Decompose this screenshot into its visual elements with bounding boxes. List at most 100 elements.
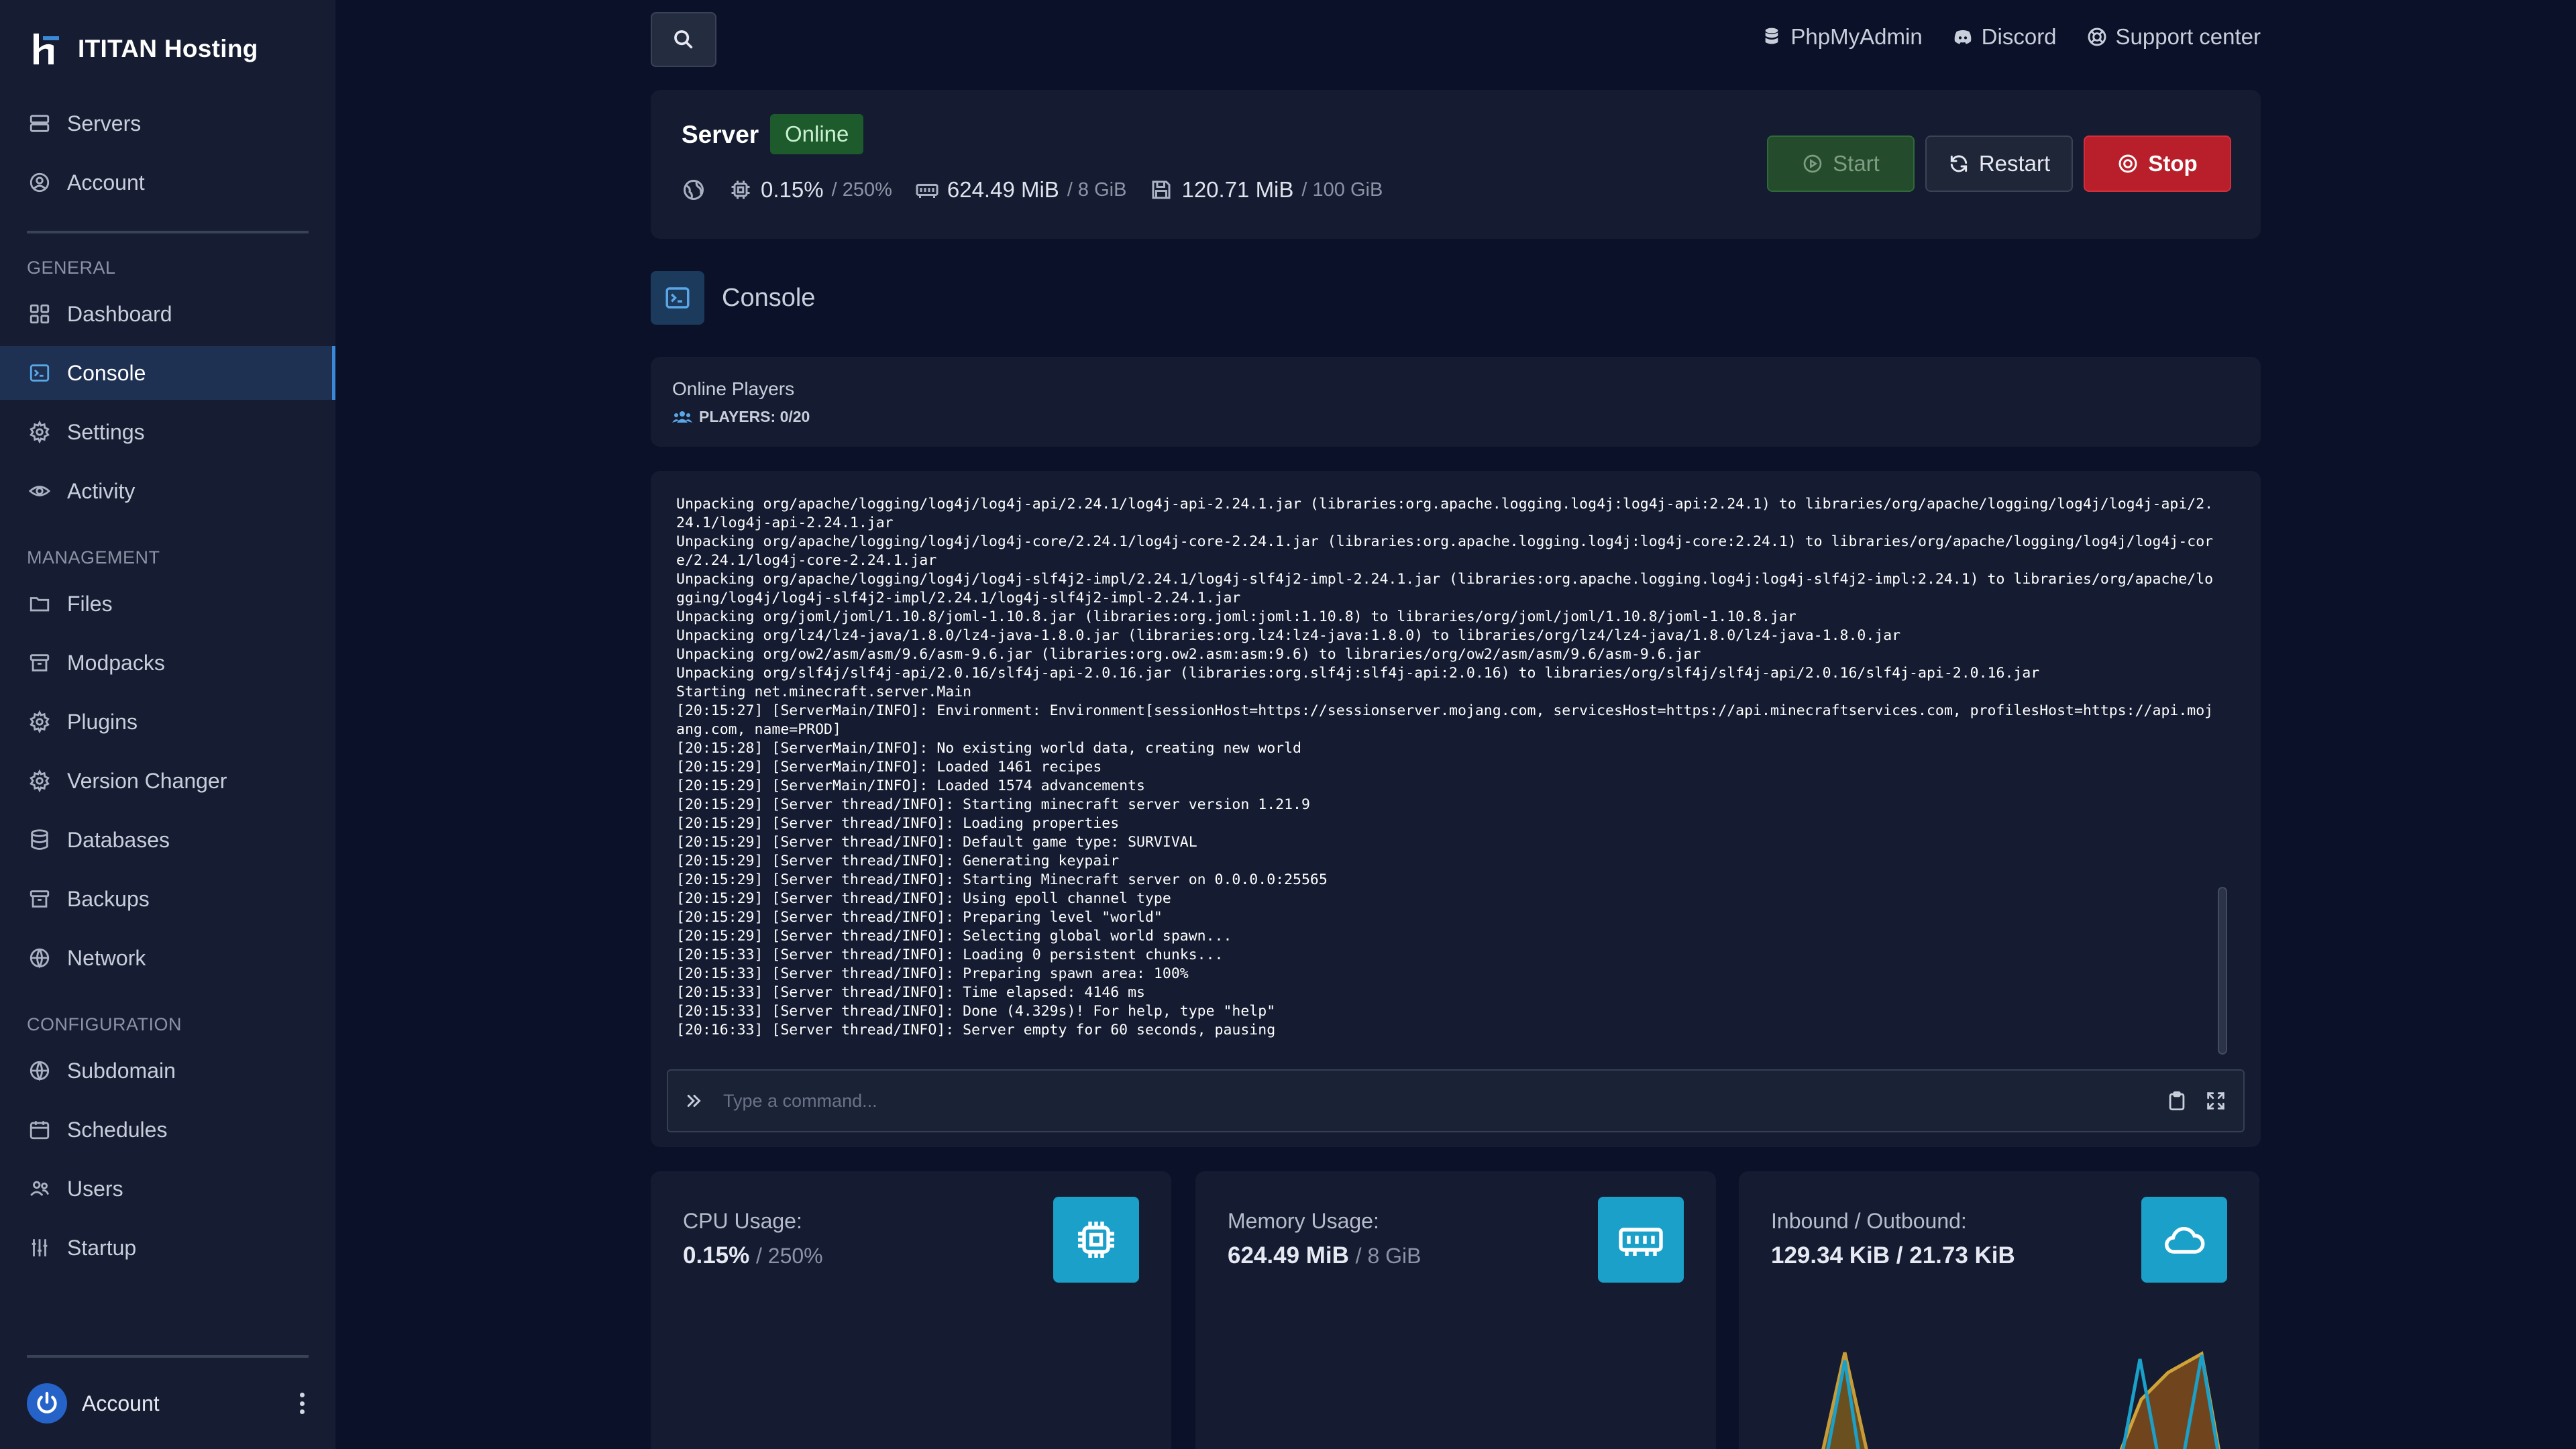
cpu-limit: / 250% [831,178,892,201]
users-icon [30,1181,50,1196]
search-icon [674,30,693,49]
lifebuoy-icon [2088,28,2106,46]
cpu-usage-value: 0.15% / 250% [683,1242,823,1269]
cpu-icon [731,180,750,199]
online-players-card: Online Players PLAYERS: 0/20 [651,357,2261,447]
sidebar-item-label: Servers [67,111,142,136]
console-output[interactable]: Unpacking org/apache/logging/log4j/log4j… [676,495,2219,1072]
cpu-value: 0.15% [761,177,824,202]
sidebar-item-servers[interactable]: Servers [0,97,335,150]
globe-icon [30,1061,50,1081]
online-players-title: Online Players [672,378,795,399]
status-badge: Online [770,114,864,154]
sidebar-item-label: Files [67,591,113,616]
command-bar [667,1069,2245,1132]
more-options-icon[interactable] [295,1390,309,1417]
folder-icon [30,597,50,612]
start-button[interactable]: Start [1767,136,1915,192]
sidebar-item-label: Activity [67,478,136,503]
chevrons-right-icon [687,1095,701,1107]
discord-link[interactable]: Discord [1952,24,2057,50]
sidebar-item-schedules[interactable]: Schedules [0,1103,335,1157]
stop-button[interactable]: Stop [2084,136,2231,192]
console-scrollbar[interactable] [2218,887,2227,1055]
calendar-icon [30,1121,50,1140]
sidebar-item-label: Backups [67,886,150,911]
memory-icon [916,184,938,198]
sidebar-item-account[interactable]: Account [0,156,335,209]
memory-usage-label: Memory Usage: [1228,1209,1379,1233]
sidebar-item-label: Network [67,945,146,970]
restart-label: Restart [1978,151,2051,176]
console-line: Unpacking org/apache/logging/log4j/log4j… [676,533,2214,569]
console-line: Unpacking org/lz4/lz4-java/1.8.0/lz4-jav… [676,627,1901,644]
user-circle-icon [30,172,50,193]
section-label-general: GENERAL [27,258,116,278]
sidebar-item-dashboard[interactable]: Dashboard [0,287,335,341]
server-icon [30,115,50,132]
restart-button[interactable]: Restart [1925,136,2073,192]
cpu-usage-card: CPU Usage: 0.15% / 250% [651,1171,1171,1449]
players-count-label: PLAYERS: 0/20 [699,408,810,425]
command-input[interactable] [723,1090,2149,1112]
network-traffic-chart [1821,1351,2220,1449]
cpu-icon [1078,1222,1114,1258]
sidebar-item-backups[interactable]: Backups [0,872,335,926]
sidebar-item-label: Console [67,360,146,385]
clipboard-icon[interactable] [2165,1089,2188,1112]
console-line: [20:15:28] [ServerMain/INFO]: No existin… [676,740,1301,757]
sidebar-item-label: Subdomain [67,1058,176,1083]
archive-icon [30,654,50,672]
brand[interactable]: ITITAN Hosting [30,30,258,68]
disk-value: 120.71 MiB [1181,177,1294,202]
sidebar-item-activity[interactable]: Activity [0,464,335,518]
sidebar-item-label: Startup [67,1235,137,1260]
console-line: [20:15:33] [Server thread/INFO]: Prepari… [676,965,1189,982]
sidebar-item-version-changer[interactable]: Version Changer [0,754,335,808]
terminal-icon [30,364,50,382]
sidebar-item-databases[interactable]: Databases [0,813,335,867]
sidebar-item-label: Databases [67,827,170,852]
sidebar-item-subdomain[interactable]: Subdomain [0,1044,335,1097]
search-button[interactable] [651,12,716,67]
memory-usage-value: 624.49 MiB / 8 GiB [1228,1242,1421,1269]
sidebar-item-settings[interactable]: Settings [0,405,335,459]
sidebar-item-files[interactable]: Files [0,577,335,631]
console-line: [20:15:29] [Server thread/INFO]: Loading… [676,815,1120,832]
console-line: [20:15:27] [ServerMain/INFO]: Environmen… [676,702,2214,738]
phpmyadmin-link[interactable]: PhpMyAdmin [1761,24,1923,50]
network-usage-card: Inbound / Outbound: 129.34 KiB / 21.73 K… [1739,1171,2259,1449]
expand-icon[interactable] [2204,1089,2227,1112]
sidebar-item-modpacks[interactable]: Modpacks [0,636,335,690]
memory-icon [1619,1228,1663,1256]
avatar[interactable] [27,1383,67,1424]
terminal-icon-box [651,271,704,325]
sliders-icon [32,1239,48,1256]
section-label-management: MANAGEMENT [27,547,160,568]
memory-icon-tile [1598,1197,1684,1283]
memory-usage-limit: / 8 GiB [1355,1244,1421,1268]
sidebar-item-label: Settings [67,419,145,444]
top-links: PhpMyAdmin Discord Support center [1761,24,2261,50]
sidebar-item-console[interactable]: Console [0,346,335,400]
sidebar-item-network[interactable]: Network [0,931,335,985]
gear-icon [30,769,50,792]
sidebar-item-plugins[interactable]: Plugins [0,695,335,749]
account-menu[interactable]: Account [27,1382,309,1425]
cpu-stat: 0.15% / 250% [729,177,892,203]
memory-value: 624.49 MiB [947,177,1059,202]
sidebar-item-label: Account [67,170,145,195]
support-center-link[interactable]: Support center [2086,24,2261,50]
stop-circle-icon [2118,154,2137,173]
discord-label: Discord [1981,24,2057,49]
memory-usage-number: 624.49 MiB [1228,1242,1349,1269]
console-line: [20:15:33] [Server thread/INFO]: Time el… [676,984,1145,1001]
archive-icon [30,890,50,908]
sidebar-item-startup[interactable]: Startup [0,1221,335,1275]
sidebar-item-label: Users [67,1176,123,1201]
console-line: [20:15:33] [Server thread/INFO]: Loading… [676,947,1224,963]
console-line: [20:16:33] [Server thread/INFO]: Server … [676,1022,1276,1038]
refresh-icon [1950,155,1967,172]
cpu-usage-limit: / 250% [755,1244,823,1268]
sidebar-item-users[interactable]: Users [0,1162,335,1216]
